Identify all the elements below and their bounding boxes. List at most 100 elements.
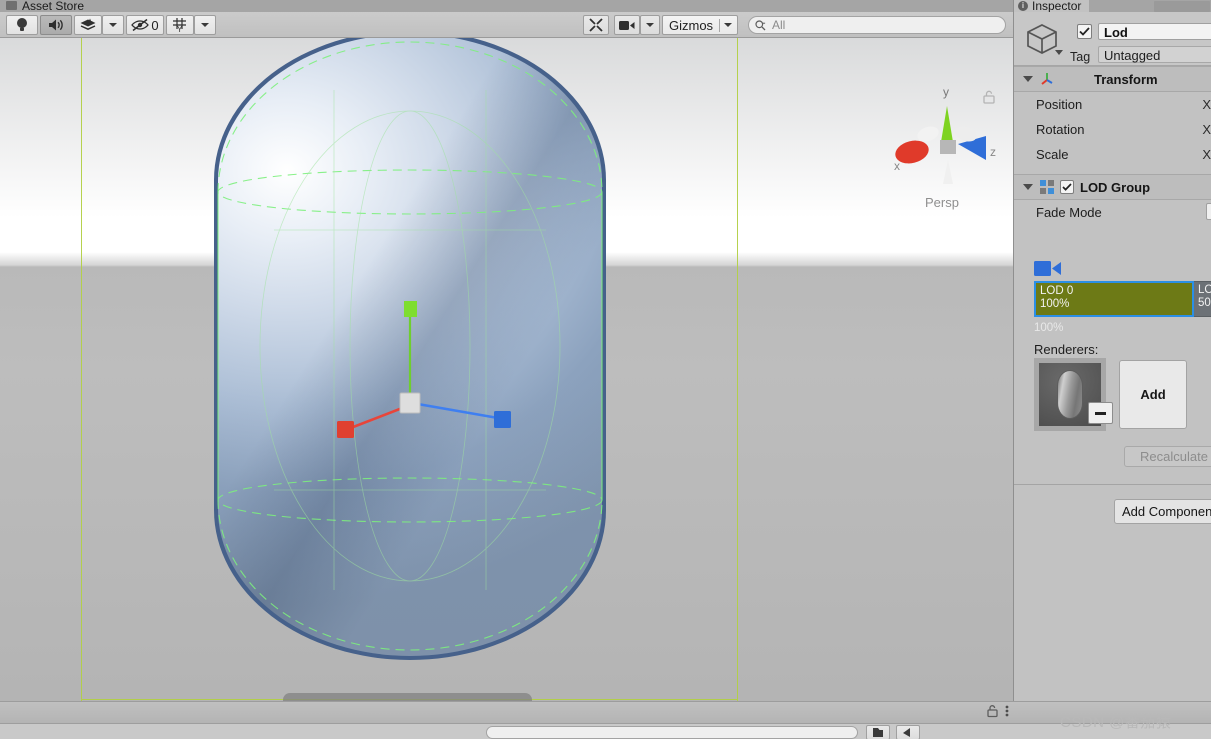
gizmo-center-handle (399, 392, 421, 414)
grid-dropdown-button[interactable] (194, 15, 216, 35)
check-icon (1062, 183, 1072, 191)
layers-icon (80, 18, 96, 30)
kebab-menu-icon[interactable] (1005, 704, 1009, 718)
scene-tools-button[interactable] (583, 15, 609, 35)
scene-view-footer (0, 701, 1013, 723)
info-icon: i (1018, 1, 1028, 11)
toggle-effects-button[interactable] (74, 15, 102, 35)
fade-mode-dropdown[interactable] (1206, 203, 1211, 220)
lod-levels-bar[interactable]: LOD 0 100% LOD 1 50% (1034, 281, 1211, 317)
add-component-button[interactable]: Add Component (1114, 499, 1211, 524)
camera-dropdown-button[interactable] (640, 15, 660, 35)
transform-foldout-icon[interactable] (1023, 76, 1033, 82)
scale-x-label[interactable]: X (1202, 147, 1211, 162)
inspector-tabstrip: i Inspector (1014, 0, 1211, 12)
lod-group-title: LOD Group (1080, 179, 1151, 195)
tag-label: Tag (1070, 50, 1091, 64)
camera-icon (619, 20, 635, 30)
new-asset-icon (873, 728, 883, 737)
fade-mode-label: Fade Mode (1036, 205, 1102, 220)
axis-label-x: x (894, 159, 900, 173)
position-label: Position (1036, 97, 1083, 112)
transform-component-header[interactable]: Transform (1014, 66, 1211, 92)
grid-visibility-button[interactable]: Y (166, 15, 194, 35)
chevron-down-icon (201, 23, 209, 27)
speaker-icon (48, 19, 63, 31)
scene-tabstrip: Asset Store (0, 0, 1013, 12)
scene-view-toolbar: 0 Y Gizmos All (0, 12, 1013, 38)
lod-camera-icon (1034, 261, 1061, 276)
recalculate-bounds-button[interactable]: Recalculate (1124, 446, 1211, 467)
tools-icon (589, 18, 603, 32)
rotation-label: Rotation (1036, 122, 1085, 137)
add-renderer-button[interactable]: Add (1119, 360, 1187, 429)
gizmos-label: Gizmos (669, 17, 714, 33)
inspector-footer (1013, 701, 1211, 723)
toggle-lighting-button[interactable] (6, 15, 38, 35)
gameobject-name-field[interactable]: Lod (1098, 23, 1211, 40)
transform-title: Transform (1094, 71, 1158, 87)
gameobject-header: Lod Tag Untagged (1014, 12, 1211, 66)
scene-view[interactable]: LOD 0 y x z Persp (0, 38, 1013, 701)
svg-text:Y: Y (177, 25, 183, 33)
project-search-input[interactable] (486, 726, 858, 739)
axis-label-z: z (990, 145, 996, 159)
lod-level-1-percent: 50% (1198, 297, 1211, 309)
scene-lock-open-icon[interactable] (983, 90, 995, 104)
effects-dropdown-button[interactable] (102, 15, 124, 35)
check-icon (1079, 27, 1090, 36)
tag-dropdown[interactable]: Untagged (1098, 46, 1211, 63)
transform-position-row: Position X (1014, 92, 1211, 117)
transform-scale-row: Scale X (1014, 142, 1211, 167)
lock-open-icon[interactable] (987, 704, 999, 718)
lod-group-component-header[interactable]: LOD Group (1014, 174, 1211, 200)
position-x-label[interactable]: X (1202, 97, 1211, 112)
gizmo-cube (940, 140, 956, 154)
remove-renderer-button[interactable] (1088, 402, 1113, 424)
lod-group-foldout-icon[interactable] (1023, 184, 1033, 190)
eye-off-icon (131, 18, 150, 32)
scene-camera-button[interactable] (614, 15, 640, 35)
tab-inspector[interactable]: i Inspector (1014, 0, 1090, 12)
lod-level-1[interactable]: LOD 1 50% (1194, 281, 1211, 317)
gameobject-enabled-checkbox[interactable] (1077, 24, 1092, 39)
inspector-panel: i Inspector Lod Tag Untagged Transform P… (1013, 0, 1211, 723)
project-favorite-button[interactable] (896, 725, 920, 739)
hidden-objects-button[interactable]: 0 (126, 15, 164, 35)
gizmo-handle-z (494, 411, 511, 428)
scene-search-input[interactable]: All (748, 16, 1006, 34)
lod-level-banner: LOD 0 (283, 693, 532, 701)
asset-store-icon (6, 1, 17, 10)
gizmo-handle-x (337, 421, 354, 438)
cube-icon[interactable] (1026, 22, 1066, 58)
lod-level-0[interactable]: LOD 0 100% (1034, 281, 1194, 317)
lod-level-1-name: LOD 1 (1198, 284, 1211, 296)
axis-cone-neg-y (943, 160, 953, 184)
inspector-tab-placeholder (1154, 1, 1210, 12)
gizmos-chevron-down-icon (720, 23, 737, 27)
rotation-x-label[interactable]: X (1202, 122, 1211, 137)
renderer-thumbnail (1057, 370, 1083, 419)
unity-editor-window: Asset Store 0 Y Gizmos All y x z Persp i… (0, 0, 1211, 739)
move-gizmo[interactable] (330, 293, 520, 443)
toggle-audio-button[interactable] (40, 15, 72, 35)
renderer-slot[interactable] (1034, 358, 1113, 431)
scene-search-placeholder: All (772, 18, 786, 32)
lod-group-icon (1040, 180, 1054, 194)
tab-asset-store[interactable]: Asset Store (0, 0, 92, 12)
renderers-label: Renderers: (1034, 342, 1099, 357)
chevron-down-icon (646, 23, 654, 27)
transform-icon (1041, 73, 1053, 85)
bounds-guide-left (81, 38, 82, 701)
search-icon (755, 19, 766, 30)
axis-cone-y (941, 106, 953, 142)
gizmos-dropdown[interactable]: Gizmos (662, 15, 738, 35)
project-new-asset-button[interactable] (866, 725, 890, 739)
axis-label-y: y (943, 85, 949, 99)
favorite-icon (903, 728, 910, 737)
lod-group-enabled-checkbox[interactable] (1060, 180, 1074, 194)
lightbulb-icon (17, 18, 27, 31)
scale-label: Scale (1036, 147, 1069, 162)
transform-rotation-row: Rotation X (1014, 117, 1211, 142)
projection-mode-label[interactable]: Persp (925, 195, 959, 210)
